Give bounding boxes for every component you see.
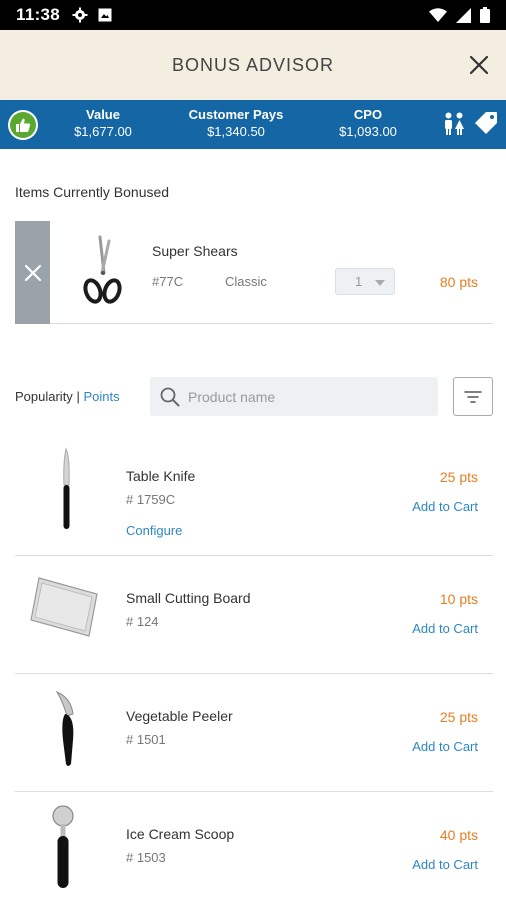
remove-bonused-button[interactable] bbox=[15, 221, 50, 324]
shears-icon bbox=[83, 235, 122, 304]
quantity-select[interactable]: 1 bbox=[335, 268, 395, 295]
sort-options: Popularity | Points bbox=[15, 389, 120, 404]
bonused-item-sku: #77C bbox=[152, 274, 184, 289]
product-sku: # 1503 bbox=[126, 850, 166, 865]
image-icon bbox=[98, 8, 112, 22]
product-sku: # 124 bbox=[126, 614, 159, 629]
wifi-icon bbox=[429, 8, 447, 22]
bonused-item: Super Shears #77C Classic 1 80 pts bbox=[15, 221, 493, 324]
product-name: Vegetable Peeler bbox=[126, 708, 233, 724]
product-sku: # 1759C bbox=[126, 492, 176, 507]
filter-icon bbox=[464, 390, 482, 403]
customer-pays-label: Customer Pays bbox=[188, 107, 284, 122]
product-sku: # 1501 bbox=[126, 732, 166, 747]
sort-popularity[interactable]: Popularity bbox=[15, 389, 73, 404]
people-icon[interactable] bbox=[443, 112, 465, 136]
search-input[interactable] bbox=[188, 388, 428, 405]
bonused-item-points: 80 pts bbox=[439, 274, 478, 290]
summary-customer-pays: Customer Pays $1,340.50 bbox=[189, 107, 284, 140]
knife-icon bbox=[63, 447, 70, 529]
summary-cpo: CPO $1,093.00 bbox=[339, 107, 397, 140]
signal-icon bbox=[456, 7, 471, 23]
add-to-cart-button[interactable]: Add to Cart bbox=[412, 857, 478, 872]
ice-cream-scoop-icon bbox=[52, 805, 74, 888]
sort-separator: | bbox=[76, 389, 80, 404]
cutting-board-icon bbox=[30, 577, 98, 637]
product-item: Vegetable Peeler # 1501 25 pts Add to Ca… bbox=[15, 674, 493, 792]
close-button[interactable] bbox=[464, 50, 494, 80]
thumbs-up-button[interactable] bbox=[8, 110, 38, 140]
sort-points[interactable]: Points bbox=[83, 389, 119, 404]
product-item: Table Knife # 1759C Configure 25 pts Add… bbox=[15, 434, 493, 556]
summary-bar: Value $1,677.00 Customer Pays $1,340.50 … bbox=[0, 100, 506, 149]
chevron-down-icon bbox=[375, 280, 385, 286]
product-points: 25 pts bbox=[439, 469, 478, 485]
value-label: Value bbox=[86, 107, 120, 122]
bonused-item-finish: Classic bbox=[225, 274, 267, 289]
peeler-icon bbox=[55, 690, 74, 766]
filter-button[interactable] bbox=[453, 377, 493, 416]
gear-icon bbox=[72, 7, 88, 23]
quantity-value: 1 bbox=[355, 274, 363, 289]
value-amount: $1,677.00 bbox=[74, 124, 132, 139]
customer-pays-amount: $1,340.50 bbox=[207, 124, 265, 139]
product-points: 25 pts bbox=[439, 709, 478, 725]
summary-value: Value $1,677.00 bbox=[74, 107, 132, 140]
search-box bbox=[150, 377, 438, 416]
product-item: Small Cutting Board # 124 10 pts Add to … bbox=[15, 556, 493, 674]
bonused-section-title: Items Currently Bonused bbox=[15, 184, 170, 200]
add-to-cart-button[interactable]: Add to Cart bbox=[412, 739, 478, 754]
bonused-item-name: Super Shears bbox=[152, 243, 238, 259]
configure-link[interactable]: Configure bbox=[126, 523, 182, 538]
product-name: Small Cutting Board bbox=[126, 590, 251, 606]
close-icon bbox=[24, 264, 41, 281]
tag-icon[interactable] bbox=[474, 111, 498, 135]
thumbs-up-icon bbox=[10, 112, 36, 138]
close-icon bbox=[469, 55, 489, 75]
product-name: Table Knife bbox=[126, 468, 196, 484]
battery-icon bbox=[480, 7, 490, 23]
app-header: BONUS ADVISOR bbox=[0, 30, 506, 100]
product-name: Ice Cream Scoop bbox=[126, 826, 235, 842]
product-item: Ice Cream Scoop # 1503 40 pts Add to Car… bbox=[15, 792, 493, 900]
product-points: 10 pts bbox=[439, 591, 478, 607]
page-title: BONUS ADVISOR bbox=[171, 54, 335, 75]
add-to-cart-button[interactable]: Add to Cart bbox=[412, 499, 478, 514]
cpo-amount: $1,093.00 bbox=[339, 124, 397, 139]
status-time: 11:38 bbox=[16, 5, 61, 24]
product-points: 40 pts bbox=[439, 827, 478, 843]
status-bar: 11:38 bbox=[0, 0, 506, 30]
search-icon bbox=[160, 387, 180, 406]
cpo-label: CPO bbox=[353, 107, 383, 122]
add-to-cart-button[interactable]: Add to Cart bbox=[412, 621, 478, 636]
